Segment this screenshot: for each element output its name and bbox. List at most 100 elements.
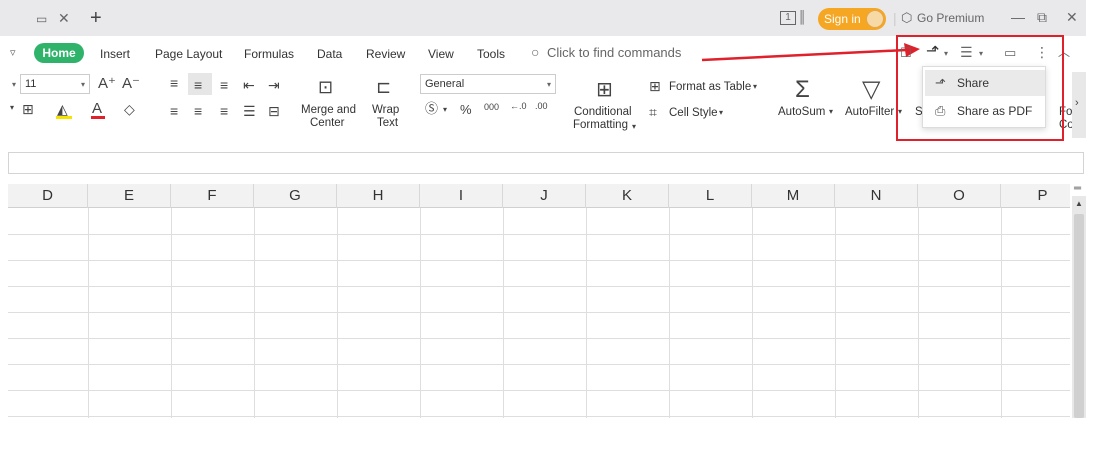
align-middle-icon[interactable]: ≡	[194, 78, 202, 92]
align-top-icon[interactable]: ≡	[170, 76, 178, 90]
increase-indent-icon[interactable]: ⇥	[268, 78, 280, 92]
tab-page-layout[interactable]: Page Layout	[155, 47, 222, 61]
autofilter-button[interactable]: AutoFilter	[845, 106, 894, 118]
minimize-icon[interactable]: —	[1011, 10, 1025, 24]
grid-col-line	[835, 208, 836, 418]
percent-icon[interactable]: %	[460, 103, 472, 116]
number-format-select[interactable]: General ▾	[420, 74, 556, 94]
decrease-indent-icon[interactable]: ⇤	[243, 78, 255, 92]
search-commands[interactable]: Click to find commands	[547, 45, 681, 60]
column-header-j[interactable]: J	[503, 184, 586, 208]
justify-icon[interactable]: ☰	[243, 104, 256, 118]
autofilter-icon[interactable]: ▽	[862, 78, 880, 102]
restore-icon[interactable]: ⧉	[1037, 10, 1047, 24]
grid-row-line	[8, 234, 1070, 235]
number-format-value: General	[425, 78, 465, 90]
cell-style-icon[interactable]: ⌗	[649, 105, 657, 119]
scrollbar-thumb[interactable]	[1074, 214, 1084, 418]
font-size-select[interactable]: 11 ▾	[20, 74, 90, 94]
chevron-down-icon[interactable]: ▾	[753, 83, 757, 91]
close-window-icon[interactable]: ✕	[1066, 10, 1078, 24]
chevron-down-icon: ▾	[81, 80, 86, 89]
page-indicator[interactable]: 1	[780, 11, 796, 25]
tab-home[interactable]: Home	[34, 43, 84, 63]
align-right-icon[interactable]: ≡	[220, 104, 228, 118]
chevron-down-icon[interactable]: ▾	[10, 104, 14, 112]
currency-icon[interactable]: Ⓢ	[425, 102, 438, 115]
search-icon: ○	[531, 44, 540, 60]
grid-col-line	[254, 208, 255, 418]
thousands-icon[interactable]: 000	[484, 103, 499, 112]
tab-view[interactable]: View	[428, 47, 454, 61]
close-tab-icon[interactable]: ✕	[58, 11, 70, 25]
wrap-text-label-2[interactable]: Text	[377, 117, 398, 129]
vertical-scrollbar[interactable]	[1072, 196, 1086, 418]
increase-font-icon[interactable]: A⁺	[98, 76, 116, 91]
grid-row-line	[8, 364, 1070, 365]
increase-decimal-icon[interactable]: ←.0	[510, 102, 527, 111]
column-header-i[interactable]: I	[420, 184, 503, 208]
collapse-menu-icon[interactable]: ▿	[10, 48, 16, 59]
chevron-down-icon[interactable]: ▾	[443, 106, 447, 114]
chevron-down-icon[interactable]: ▾	[632, 123, 636, 131]
clear-format-icon[interactable]: ◇	[124, 102, 135, 116]
columns-icon[interactable]: ║	[798, 11, 807, 23]
column-header-d[interactable]: D	[8, 184, 88, 208]
borders-icon[interactable]: ⊞	[22, 102, 34, 116]
scroll-up-icon[interactable]: ▲	[1075, 200, 1083, 208]
new-tab-button[interactable]: +	[90, 8, 102, 28]
tab-insert[interactable]: Insert	[100, 47, 130, 61]
align-center-icon[interactable]: ≡	[194, 104, 202, 118]
merge-center-icon[interactable]: ⊡	[318, 78, 333, 96]
sign-in-label: Sign in	[824, 12, 861, 26]
chevron-down-icon[interactable]: ▾	[12, 81, 16, 89]
column-header-l[interactable]: L	[669, 184, 752, 208]
conditional-formatting-label-2[interactable]: Formatting	[573, 119, 628, 131]
distributed-icon[interactable]: ⊟	[268, 104, 280, 118]
grid-row-line	[8, 260, 1070, 261]
font-color-icon[interactable]: A	[92, 101, 102, 116]
tab-tools[interactable]: Tools	[477, 47, 505, 61]
conditional-formatting-icon[interactable]: ⊞	[596, 80, 613, 100]
align-left-icon[interactable]: ≡	[170, 104, 178, 118]
chevron-right-icon[interactable]: ›	[1075, 98, 1079, 109]
decrease-decimal-icon[interactable]: .00	[535, 102, 548, 111]
grid-row-line	[8, 312, 1070, 313]
column-header-g[interactable]: G	[254, 184, 337, 208]
tab-review[interactable]: Review	[366, 47, 405, 61]
column-header-n[interactable]: N	[835, 184, 918, 208]
formula-bar[interactable]	[8, 152, 1084, 174]
align-bottom-icon[interactable]: ≡	[220, 78, 228, 92]
chevron-down-icon[interactable]: ▾	[829, 108, 833, 116]
column-header-m[interactable]: M	[752, 184, 835, 208]
decrease-font-icon[interactable]: A⁻	[122, 76, 140, 91]
wrap-text-icon[interactable]: ⊏	[376, 78, 391, 96]
conditional-formatting-label-1[interactable]: Conditional	[574, 106, 632, 118]
fill-color-icon[interactable]: ◭	[57, 102, 68, 116]
format-table-icon[interactable]: ⊞	[649, 79, 661, 93]
grid-row-line	[8, 390, 1070, 391]
merge-center-label-2[interactable]: Center	[310, 117, 345, 129]
chevron-down-icon[interactable]: ▾	[719, 109, 723, 117]
column-header-h[interactable]: H	[337, 184, 420, 208]
column-header-f[interactable]: F	[171, 184, 254, 208]
grid-row-line	[8, 416, 1070, 417]
autosum-icon[interactable]: Σ	[795, 78, 810, 102]
format-as-table-button[interactable]: Format as Table	[669, 81, 751, 93]
sign-in-button[interactable]: Sign in	[818, 8, 886, 30]
wrap-text-label-1[interactable]: Wrap	[372, 104, 399, 116]
annotation-highlight-box	[896, 35, 1064, 141]
tab-formulas[interactable]: Formulas	[244, 47, 294, 61]
autosum-button[interactable]: AutoSum	[778, 106, 825, 118]
grid-col-line	[88, 208, 89, 418]
cell-style-button[interactable]: Cell Style	[669, 107, 718, 119]
grid-col-line	[1001, 208, 1002, 418]
column-header-o[interactable]: O	[918, 184, 1001, 208]
column-header-k[interactable]: K	[586, 184, 669, 208]
split-handle-icon[interactable]: ═	[1074, 184, 1081, 194]
merge-center-label-1[interactable]: Merge and	[301, 104, 356, 116]
grid-col-line	[420, 208, 421, 418]
column-header-e[interactable]: E	[88, 184, 171, 208]
go-premium-link[interactable]: Go Premium	[917, 11, 984, 25]
tab-data[interactable]: Data	[317, 47, 342, 61]
